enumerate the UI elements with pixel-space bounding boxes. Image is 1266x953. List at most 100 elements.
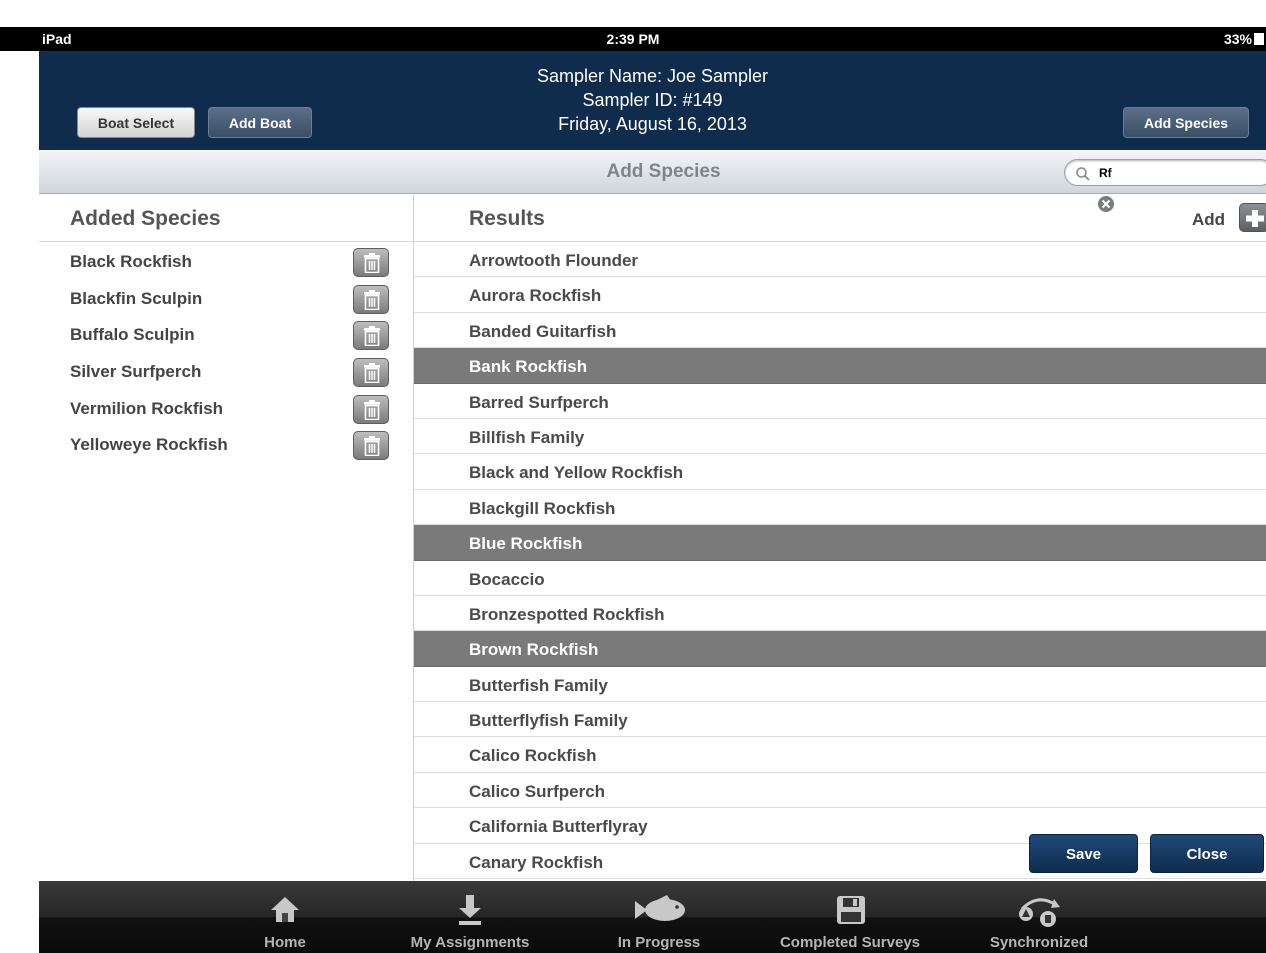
header: Sampler Name: Joe Sampler Sampler ID: #1… <box>39 51 1266 150</box>
result-name: Banded Guitarfish <box>469 321 617 341</box>
title-bar: Add Species <box>39 150 1266 194</box>
added-species-item: Black Rockfish <box>39 244 414 281</box>
trash-icon <box>364 399 380 420</box>
result-row[interactable]: Aurora Rockfish <box>414 277 1266 313</box>
sampler-name: Sampler Name: Joe Sampler <box>536 66 769 86</box>
tab-in-progress-label: In Progress <box>617 934 701 951</box>
result-row[interactable]: Bronzespotted Rockfish <box>414 595 1266 632</box>
delete-species-button[interactable] <box>353 358 389 388</box>
result-name: Blue Rockfish <box>469 534 583 554</box>
search-input[interactable] <box>1099 164 1259 182</box>
trash-icon <box>364 436 380 457</box>
plus-icon <box>1246 210 1264 227</box>
divider <box>39 241 414 242</box>
tab-home-label: Home <box>264 934 306 951</box>
status-bar: iPad 2:39 PM 33% <box>0 27 1266 51</box>
result-row[interactable]: Blue Rockfish <box>414 525 1266 561</box>
tab-synchronized[interactable]: Synchronized <box>979 881 1099 953</box>
result-name: Calico Surfperch <box>469 781 606 801</box>
added-species-name: Buffalo Sculpin <box>70 325 195 345</box>
save-button[interactable]: Save <box>1029 834 1138 873</box>
delete-species-button[interactable] <box>353 284 389 314</box>
added-species-item: Buffalo Sculpin <box>39 317 414 354</box>
added-species-item: Blackfin Sculpin <box>39 281 414 318</box>
results-list: Arrowtooth Flounder Aurora Rockfish Banded… <box>414 242 1266 880</box>
result-row[interactable]: Brown Rockfish <box>414 631 1266 667</box>
add-species-button[interactable]: Add Species <box>1123 107 1249 138</box>
result-row[interactable]: California Butterflyray <box>414 808 1266 844</box>
added-species-item: Silver Surfperch <box>39 354 414 391</box>
fish-icon <box>635 895 685 921</box>
delete-species-button[interactable] <box>353 248 389 277</box>
result-row[interactable]: Barred Surfperch <box>414 383 1266 419</box>
tab-in-progress[interactable]: In Progress <box>599 881 719 953</box>
sync-icon <box>1019 898 1060 927</box>
result-row[interactable]: Billfish Family <box>414 418 1266 455</box>
added-species-item: Vermilion Rockfish <box>39 391 414 428</box>
delete-species-button[interactable] <box>353 394 389 424</box>
floppy-disk-icon <box>837 896 865 924</box>
result-name: Calico Rockfish <box>469 746 597 766</box>
tab-bar: Home My Assignments In Progress Complete… <box>39 881 1266 953</box>
trash-icon <box>364 363 380 384</box>
trash-icon <box>364 326 380 347</box>
result-name: Black and Yellow Rockfish <box>469 463 684 483</box>
trash-icon <box>364 253 380 273</box>
delete-species-button[interactable] <box>353 431 389 461</box>
battery-icon <box>1254 33 1264 45</box>
result-name: Bocaccio <box>469 569 545 589</box>
result-name: Bronzespotted Rockfish <box>469 604 665 624</box>
add-boat-button[interactable]: Add Boat <box>208 107 312 138</box>
add-label: Add <box>1192 210 1226 229</box>
added-species-item: Yelloweye Rockfish <box>39 427 414 464</box>
result-name: California Butterflyray <box>469 817 648 837</box>
result-name: Billfish Family <box>469 427 585 447</box>
status-time: 2:39 PM <box>606 31 660 47</box>
result-row[interactable]: Calico Surfperch <box>414 772 1266 809</box>
result-name: Arrowtooth Flounder <box>469 251 639 270</box>
result-row[interactable]: Butterflyfish Family <box>414 702 1266 738</box>
result-row[interactable]: Black and Yellow Rockfish <box>414 454 1266 490</box>
tab-home[interactable]: Home <box>225 881 345 953</box>
result-row[interactable]: Calico Rockfish <box>414 737 1266 773</box>
added-species-heading: Added Species <box>70 207 221 230</box>
added-species-name: Black Rockfish <box>70 252 192 271</box>
result-row[interactable]: Arrowtooth Flounder <box>414 242 1266 278</box>
result-row[interactable]: Bocaccio <box>414 560 1266 596</box>
result-name: Butterflyfish Family <box>469 711 628 731</box>
result-row[interactable]: Bank Rockfish <box>414 348 1266 384</box>
trash-icon <box>364 289 380 310</box>
tab-my-assignments-label: My Assignments <box>410 934 530 951</box>
added-species-name: Vermilion Rockfish <box>70 398 224 418</box>
tab-synchronized-label: Synchronized <box>989 934 1089 951</box>
results-panel: Results Add Arrowtooth Flounder Aurora Ro… <box>414 195 1266 881</box>
tab-completed-surveys[interactable]: Completed Surveys <box>775 881 925 953</box>
battery-percent: 33% <box>1223 31 1252 47</box>
result-name: Butterfish Family <box>469 675 608 695</box>
clear-search-icon[interactable] <box>1097 195 1115 213</box>
added-species-name: Silver Surfperch <box>70 362 202 382</box>
close-button[interactable]: Close <box>1150 834 1264 873</box>
result-name: Bank Rockfish <box>469 357 588 377</box>
added-species-panel: Added Species Black Rockfish Blackfin Scu… <box>39 195 414 881</box>
add-selected-button[interactable] <box>1239 203 1266 232</box>
added-species-list: Black Rockfish Blackfin Sculpin Buffalo Sc… <box>39 244 414 464</box>
tab-my-assignments[interactable]: My Assignments <box>405 881 535 953</box>
added-species-name: Yelloweye Rockfish <box>70 435 228 455</box>
result-row[interactable]: Banded Guitarfish <box>414 312 1266 349</box>
result-name: Canary Rockfish <box>469 852 604 872</box>
result-name: Barred Surfperch <box>469 392 609 412</box>
result-name: Brown Rockfish <box>469 640 599 660</box>
boat-select-button[interactable]: Boat Select <box>77 107 195 138</box>
result-row[interactable]: Canary Rockfish <box>414 843 1266 880</box>
result-name: Aurora Rockfish <box>469 286 602 306</box>
home-icon <box>271 897 299 922</box>
delete-species-button[interactable] <box>353 321 389 351</box>
result-row[interactable]: Blackgill Rockfish <box>414 489 1266 526</box>
search-icon <box>1076 167 1090 181</box>
search-field[interactable] <box>1064 159 1266 186</box>
download-icon <box>459 895 481 925</box>
results-heading: Results <box>469 207 545 230</box>
result-name: Blackgill Rockfish <box>469 498 616 518</box>
result-row[interactable]: Butterfish Family <box>414 666 1266 703</box>
